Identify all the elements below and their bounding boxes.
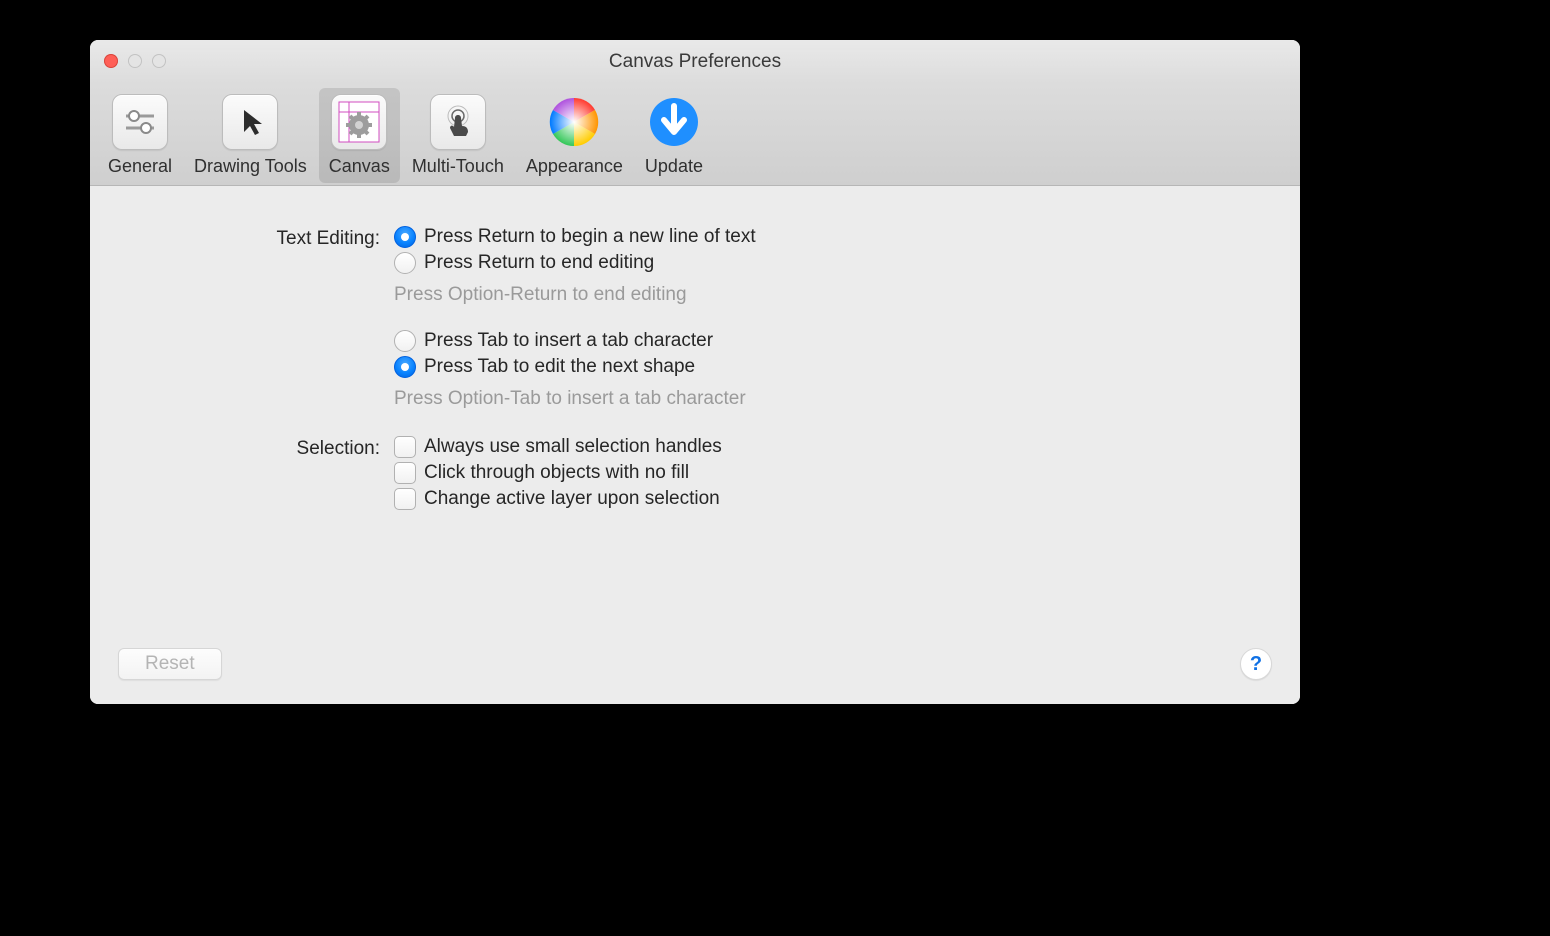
zoom-icon[interactable]: [152, 54, 166, 68]
color-wheel-icon: [546, 94, 602, 150]
preferences-toolbar: General Drawing Tools: [90, 84, 1300, 186]
close-icon[interactable]: [104, 54, 118, 68]
check-click-through-no-fill[interactable]: Click through objects with no fill: [394, 462, 689, 484]
tab-appearance[interactable]: Appearance: [516, 88, 633, 183]
check-small-handles[interactable]: Always use small selection handles: [394, 436, 722, 458]
radio-icon: [394, 330, 416, 352]
preferences-content: Text Editing: Press Return to begin a ne…: [90, 186, 1300, 704]
check-change-active-layer[interactable]: Change active layer upon selection: [394, 488, 720, 510]
radio-icon: [394, 226, 416, 248]
checkbox-icon: [394, 462, 416, 484]
section-label-selection: Selection:: [90, 436, 380, 460]
hint-tab: Press Option-Tab to insert a tab charact…: [394, 388, 746, 410]
radio-label: Press Return to begin a new line of text: [424, 226, 756, 248]
tab-label: General: [108, 156, 172, 177]
hint-return: Press Option-Return to end editing: [394, 284, 687, 306]
tab-multi-touch[interactable]: Multi-Touch: [402, 88, 514, 183]
tab-label: Update: [645, 156, 703, 177]
radio-icon: [394, 356, 416, 378]
help-button[interactable]: ?: [1240, 648, 1272, 680]
footer: Reset ?: [118, 648, 1272, 680]
reset-button[interactable]: Reset: [118, 648, 222, 680]
radio-icon: [394, 252, 416, 274]
checkbox-label: Always use small selection handles: [424, 436, 722, 458]
tab-label: Drawing Tools: [194, 156, 307, 177]
radio-tab-next-shape[interactable]: Press Tab to edit the next shape: [394, 356, 695, 378]
download-arrow-icon: [646, 94, 702, 150]
preferences-window: Canvas Preferences General Drawing Tools: [90, 40, 1300, 704]
tab-label: Canvas: [329, 156, 390, 177]
window-title: Canvas Preferences: [90, 51, 1300, 73]
section-label-text-editing: Text Editing:: [90, 226, 380, 250]
radio-label: Press Tab to edit the next shape: [424, 356, 695, 378]
question-mark-icon: ?: [1250, 653, 1262, 676]
radio-return-newline[interactable]: Press Return to begin a new line of text: [394, 226, 756, 248]
window-controls: [104, 54, 166, 68]
tab-canvas[interactable]: Canvas: [319, 88, 400, 183]
radio-return-end-editing[interactable]: Press Return to end editing: [394, 252, 654, 274]
radio-label: Press Tab to insert a tab character: [424, 330, 713, 352]
checkbox-icon: [394, 436, 416, 458]
minimize-icon[interactable]: [128, 54, 142, 68]
cursor-icon: [222, 94, 278, 150]
text-editing-group: Press Return to begin a new line of text…: [394, 226, 1300, 430]
touch-icon: [430, 94, 486, 150]
checkbox-icon: [394, 488, 416, 510]
selection-group: Always use small selection handles Click…: [394, 436, 1300, 510]
titlebar: Canvas Preferences: [90, 40, 1300, 84]
tab-label: Appearance: [526, 156, 623, 177]
checkbox-label: Change active layer upon selection: [424, 488, 720, 510]
tab-update[interactable]: Update: [635, 88, 713, 183]
radio-tab-insert-char[interactable]: Press Tab to insert a tab character: [394, 330, 713, 352]
radio-label: Press Return to end editing: [424, 252, 654, 274]
tab-label: Multi-Touch: [412, 156, 504, 177]
tab-general[interactable]: General: [98, 88, 182, 183]
canvas-gear-icon: [331, 94, 387, 150]
checkbox-label: Click through objects with no fill: [424, 462, 689, 484]
sliders-icon: [112, 94, 168, 150]
tab-drawing-tools[interactable]: Drawing Tools: [184, 88, 317, 183]
